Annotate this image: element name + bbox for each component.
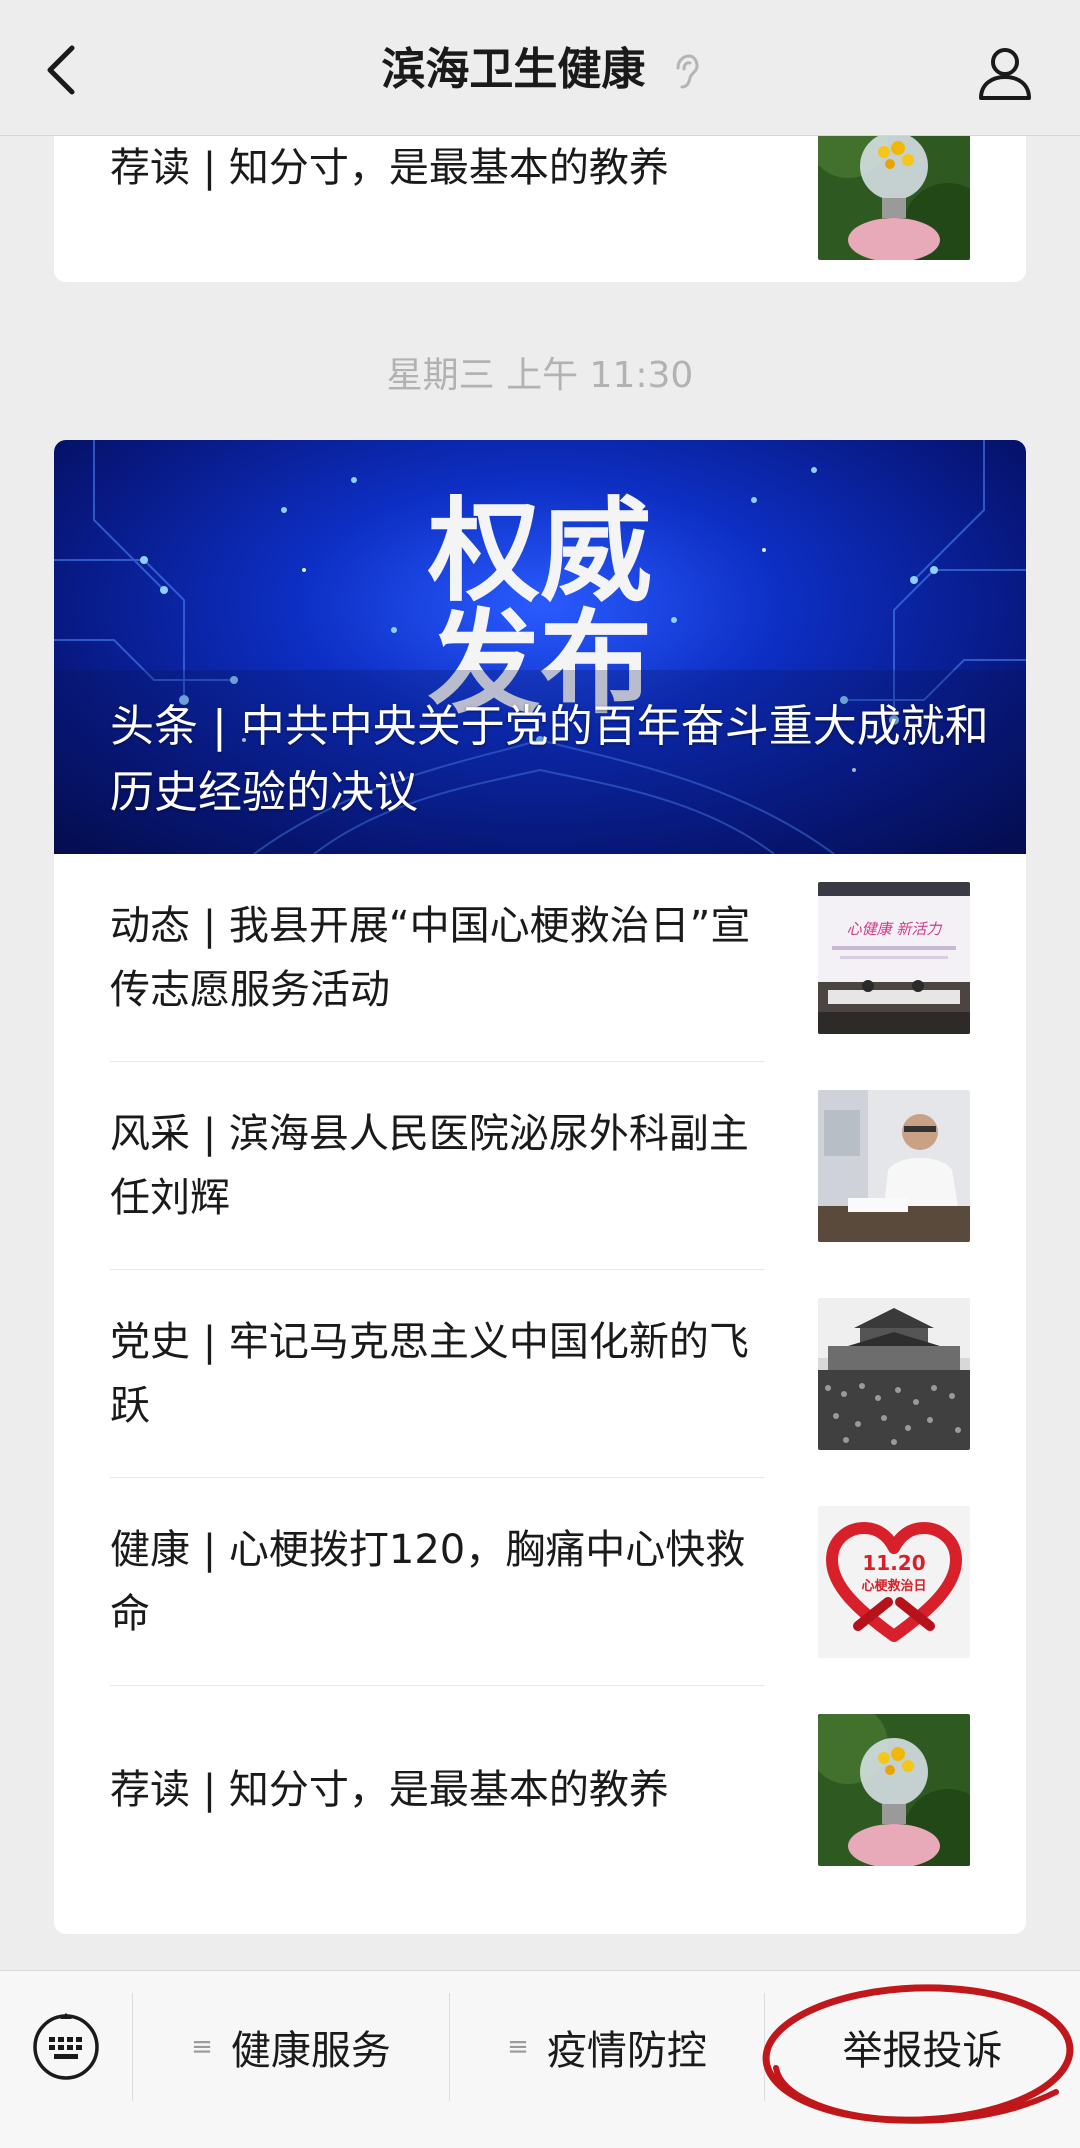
tiananmen-photo-image	[818, 1298, 970, 1450]
menu-report-complaint[interactable]: 举报投诉	[765, 1993, 1080, 2101]
user-profile-icon	[979, 48, 1031, 100]
top-nav-bar: 滨海卫生健康	[0, 0, 1080, 136]
message-timestamp: 星期三 上午 11:30	[386, 355, 694, 396]
doctor-portrait-image	[818, 1090, 970, 1242]
thumb-date: 11.20	[862, 1551, 925, 1575]
submenu-icon: ≡	[507, 2032, 529, 2062]
thumb-caption: 心健康 新活力	[847, 920, 943, 938]
headline-title: 头条 | 中共中央关于党的百年奋斗重大成就和历史经验的决议	[110, 701, 989, 818]
article-item-3[interactable]: 党史 | 牢记马克思主义中国化新的飞跃	[110, 1270, 970, 1478]
article-title: 党史 | 牢记马克思主义中国化新的飞跃	[110, 1319, 749, 1429]
menu-label: 健康服务	[230, 2028, 391, 2074]
bottom-menu-bar: ≡ 健康服务 ≡ 疫情防控 举报投诉	[0, 1970, 1080, 2148]
keyboard-icon	[33, 2013, 99, 2080]
article-title: 风采 | 滨海县人民医院泌尿外科副主任刘辉	[110, 1111, 749, 1221]
article-item-1[interactable]: 动态 | 我县开展“中国心梗救治日”宣传志愿服务活动 心健康 新活力	[110, 854, 970, 1062]
article-title: 动态 | 我县开展“中国心梗救治日”宣传志愿服务活动	[110, 903, 751, 1013]
menu-label: 疫情防控	[546, 2028, 707, 2074]
account-title-wrap: 滨海卫生健康	[0, 42, 1080, 98]
article-item-2[interactable]: 风采 | 滨海县人民医院泌尿外科副主任刘辉	[110, 1062, 970, 1270]
menu-epidemic-control[interactable]: ≡ 疫情防控	[450, 1993, 764, 2101]
menu-label: 举报投诉	[842, 2028, 1003, 2074]
article-item-4[interactable]: 健康 | 心梗拨打120，胸痛中心快救命 11.20 心梗救治日	[110, 1478, 970, 1686]
conference-image: 心健康 新活力	[818, 882, 970, 1034]
headline-cover[interactable]: 权威 发布 头条 | 中共中央关于党的百年奋斗重大成就和历史经验的决议	[54, 440, 1026, 854]
article-title: 荐读 | 知分寸，是最基本的教养	[110, 1767, 669, 1813]
article-bundle-card: 权威 发布 头条 | 中共中央关于党的百年奋斗重大成就和历史经验的决议 动态 |…	[54, 440, 1026, 1934]
account-title: 滨海卫生健康	[381, 44, 646, 95]
submenu-icon: ≡	[191, 2032, 213, 2062]
cover-text-line1: 权威	[427, 487, 652, 617]
lightbulb-flowers-image	[818, 1714, 970, 1866]
article-title: 健康 | 心梗拨打120，胸痛中心快救命	[110, 1527, 746, 1637]
keyboard-toggle-button[interactable]	[30, 2011, 102, 2083]
menu-health-service[interactable]: ≡ 健康服务	[133, 1993, 449, 2101]
article-item-5[interactable]: 荐读 | 知分寸，是最基本的教养	[110, 1686, 970, 1894]
ear-icon[interactable]	[673, 54, 699, 90]
article-title: 荐读 | 知分寸，是最基本的教养	[110, 145, 669, 191]
thumb-label: 心梗救治日	[861, 1578, 926, 1594]
profile-button[interactable]	[976, 44, 1034, 102]
heart-ribbon-image: 11.20 心梗救治日	[818, 1506, 970, 1658]
